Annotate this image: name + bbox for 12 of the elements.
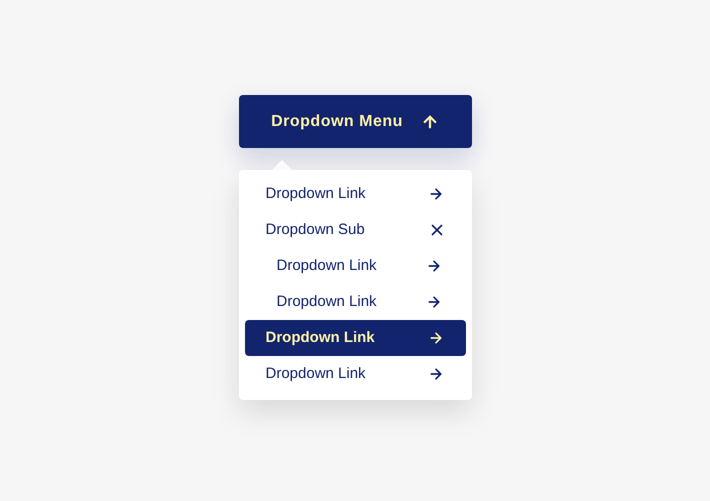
- dropdown-link[interactable]: Dropdown Link: [244, 284, 466, 320]
- dropdown-menu-button[interactable]: Dropdown Menu: [238, 95, 472, 148]
- dropdown-sub-toggle[interactable]: Dropdown Sub: [244, 212, 466, 248]
- arrow-right-icon: [428, 330, 444, 346]
- arrow-right-icon: [428, 186, 444, 202]
- dropdown-link[interactable]: Dropdown Link: [244, 356, 466, 392]
- arrow-right-icon: [428, 366, 444, 382]
- dropdown-link[interactable]: Dropdown Link: [244, 248, 466, 284]
- arrow-right-icon: [426, 258, 442, 274]
- dropdown-link[interactable]: Dropdown Link: [244, 320, 466, 356]
- dropdown-link[interactable]: Dropdown Link: [244, 176, 466, 212]
- arrow-right-icon: [426, 294, 442, 310]
